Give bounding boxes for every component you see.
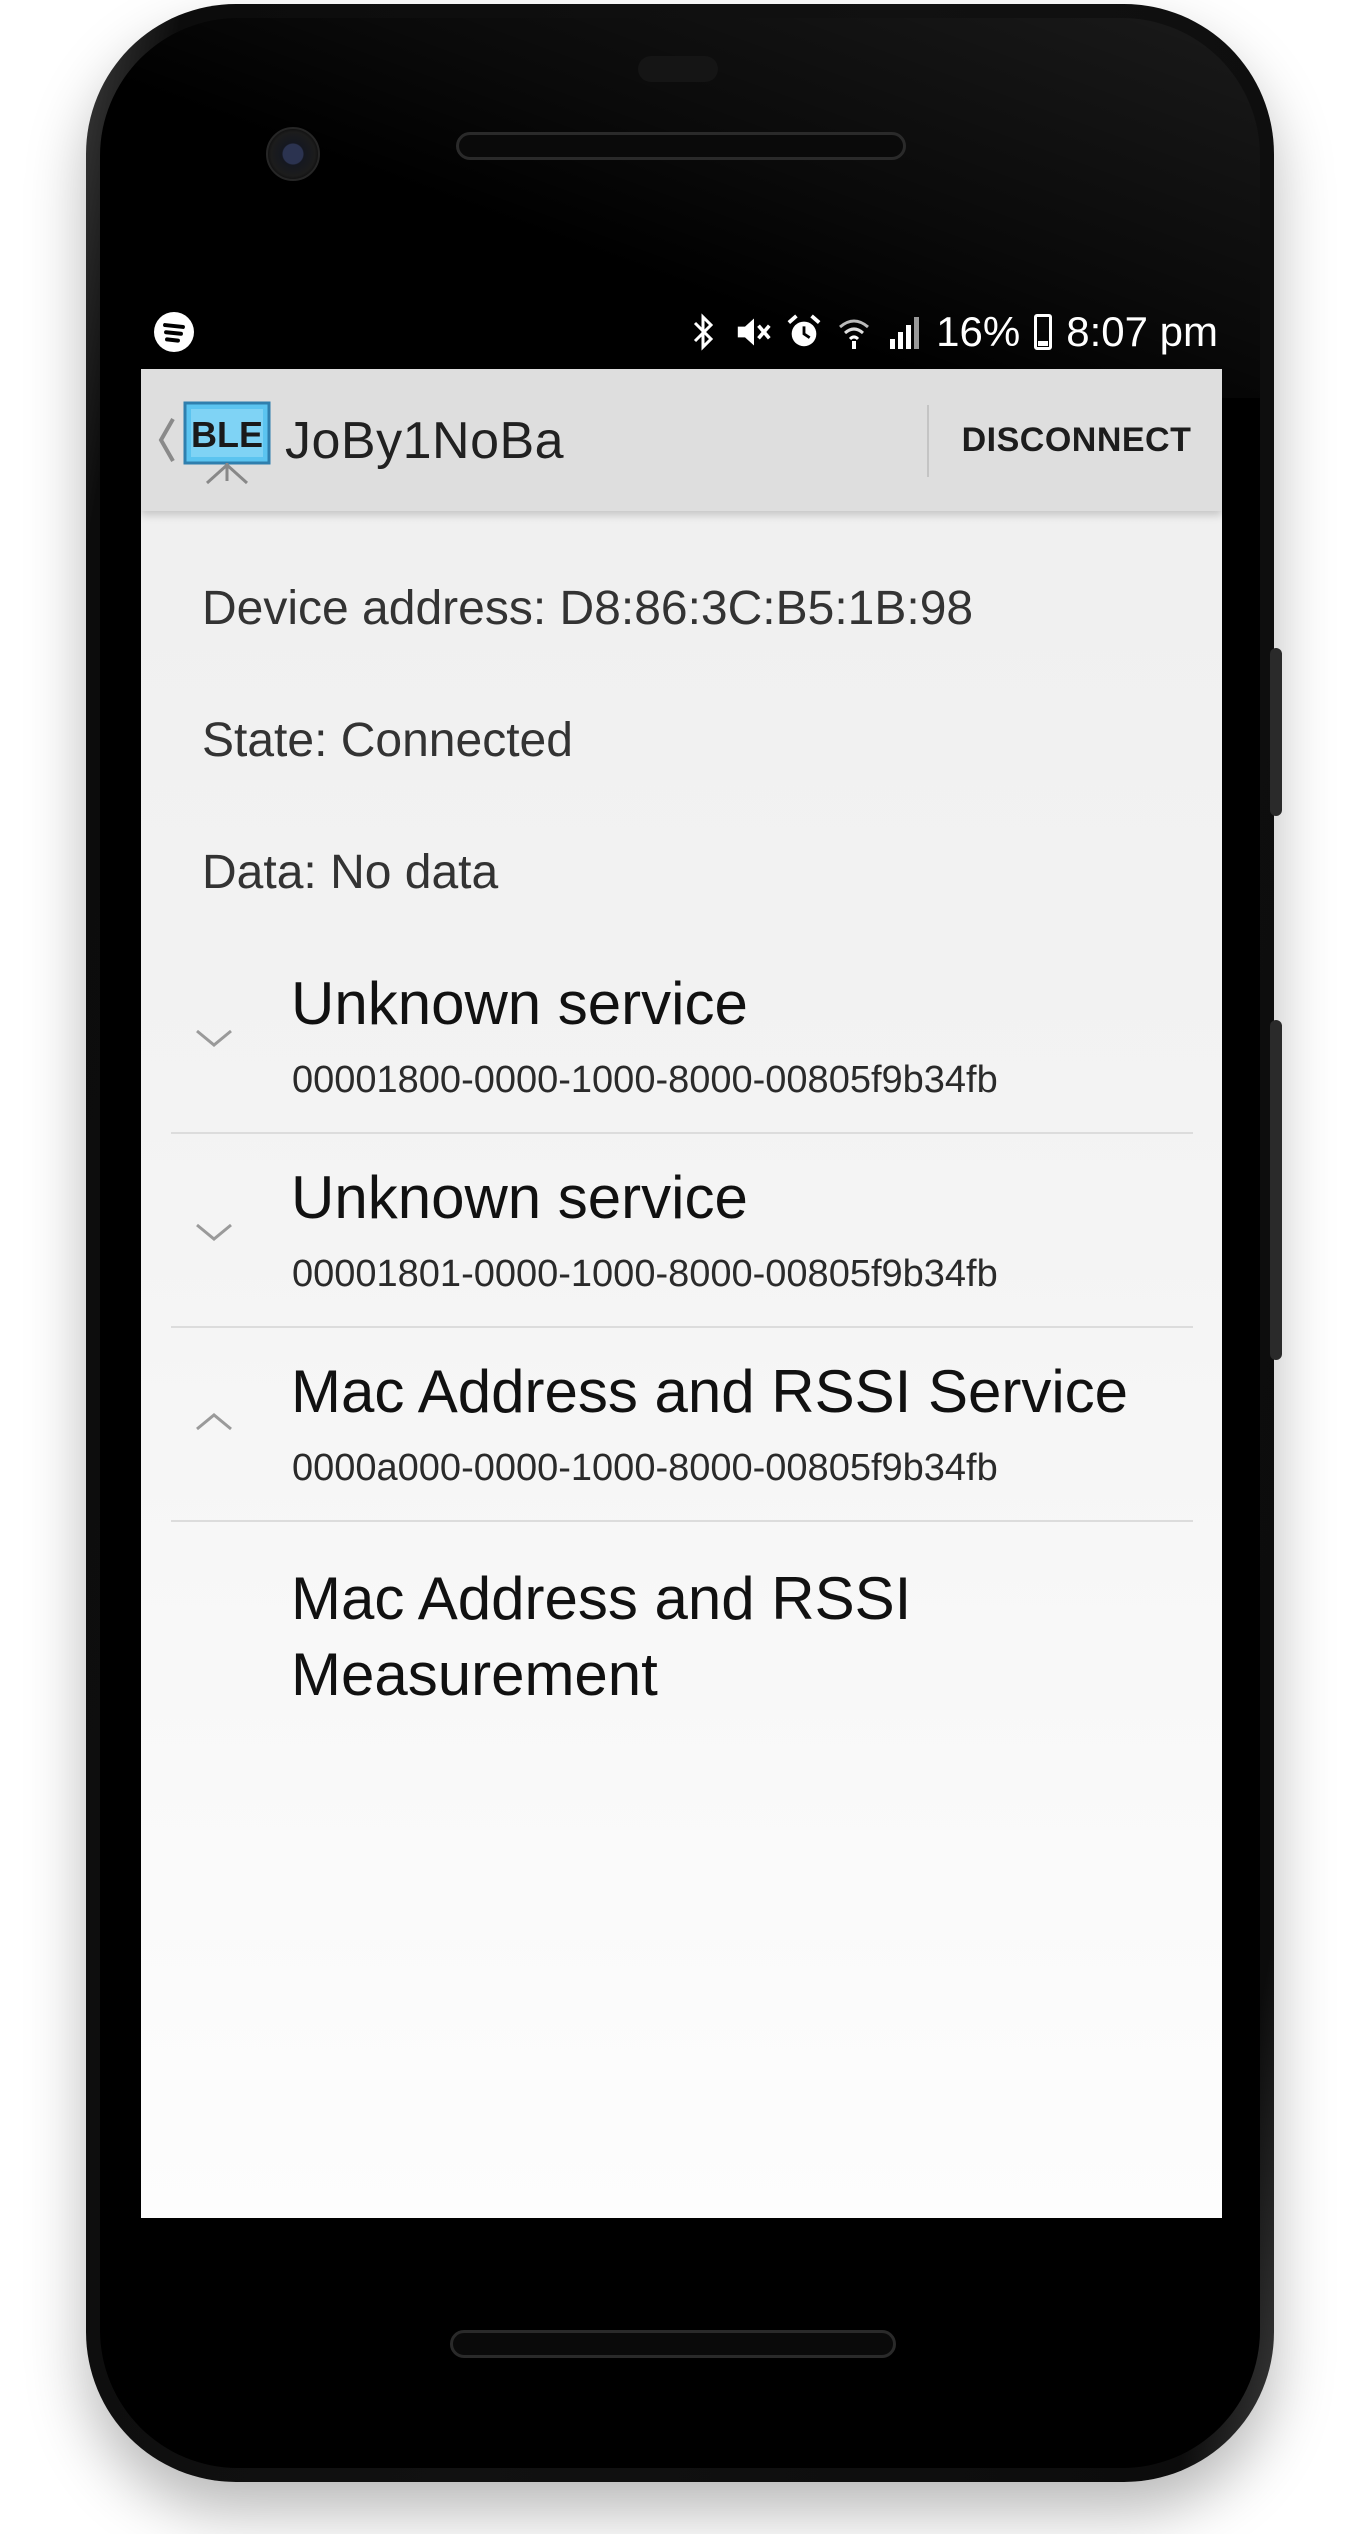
device-name-title: JoBy1NoBa — [285, 412, 565, 470]
connection-state: State: Connected — [202, 714, 573, 767]
chevron-up-icon[interactable] — [193, 1409, 235, 1435]
chevron-down-icon[interactable] — [193, 1219, 235, 1245]
disconnect-button[interactable]: DISCONNECT — [931, 369, 1222, 511]
spotify-icon — [154, 312, 194, 352]
wifi-icon — [836, 312, 872, 352]
chevron-down-icon[interactable] — [193, 1025, 235, 1051]
service-title[interactable]: Mac Address and RSSI Service — [291, 1357, 1128, 1426]
volume-button — [1270, 1020, 1282, 1360]
list-divider — [171, 1326, 1193, 1328]
back-chevron-icon[interactable] — [155, 413, 177, 467]
app-bar-divider — [927, 405, 929, 477]
data-value: Data: No data — [202, 846, 499, 899]
service-uuid: 0000a000-0000-1000-8000-00805f9b34fb — [292, 1447, 998, 1489]
bottom-speaker — [450, 2330, 896, 2358]
characteristic-item[interactable]: Mac Address and RSSI Measurement — [291, 1561, 1151, 1713]
ble-logo-icon[interactable]: BLE — [181, 401, 273, 485]
service-uuid: 00001801-0000-1000-8000-00805f9b34fb — [292, 1253, 998, 1295]
bluetooth-icon — [686, 312, 722, 352]
proximity-sensor — [638, 56, 718, 82]
signal-icon — [886, 312, 922, 352]
device-address: Device address: D8:86:3C:B5:1B:98 — [202, 582, 974, 635]
status-bar: 16% 8:07 pm — [140, 296, 1220, 368]
service-title: Unknown service — [291, 970, 748, 1037]
battery-percent: 16% — [936, 308, 1021, 355]
list-divider — [171, 1520, 1193, 1522]
ble-logo-text: BLE — [191, 414, 263, 455]
earpiece-speaker — [456, 132, 906, 160]
front-camera — [266, 127, 320, 181]
alarm-icon — [786, 312, 822, 352]
status-icons: 16% 8:07 pm — [686, 296, 1220, 368]
clock: 8:07 pm — [1066, 308, 1218, 355]
battery-icon — [1034, 314, 1053, 350]
list-divider — [171, 1132, 1193, 1134]
service-uuid: 00001800-0000-1000-8000-00805f9b34fb — [292, 1059, 998, 1101]
app-screen: BLE JoBy1NoBa DISCONNECT Device address:… — [141, 369, 1222, 2218]
mute-icon — [736, 312, 772, 352]
power-button — [1270, 648, 1282, 816]
service-title[interactable]: Unknown service — [291, 1163, 748, 1232]
app-bar: BLE JoBy1NoBa DISCONNECT — [141, 369, 1222, 511]
